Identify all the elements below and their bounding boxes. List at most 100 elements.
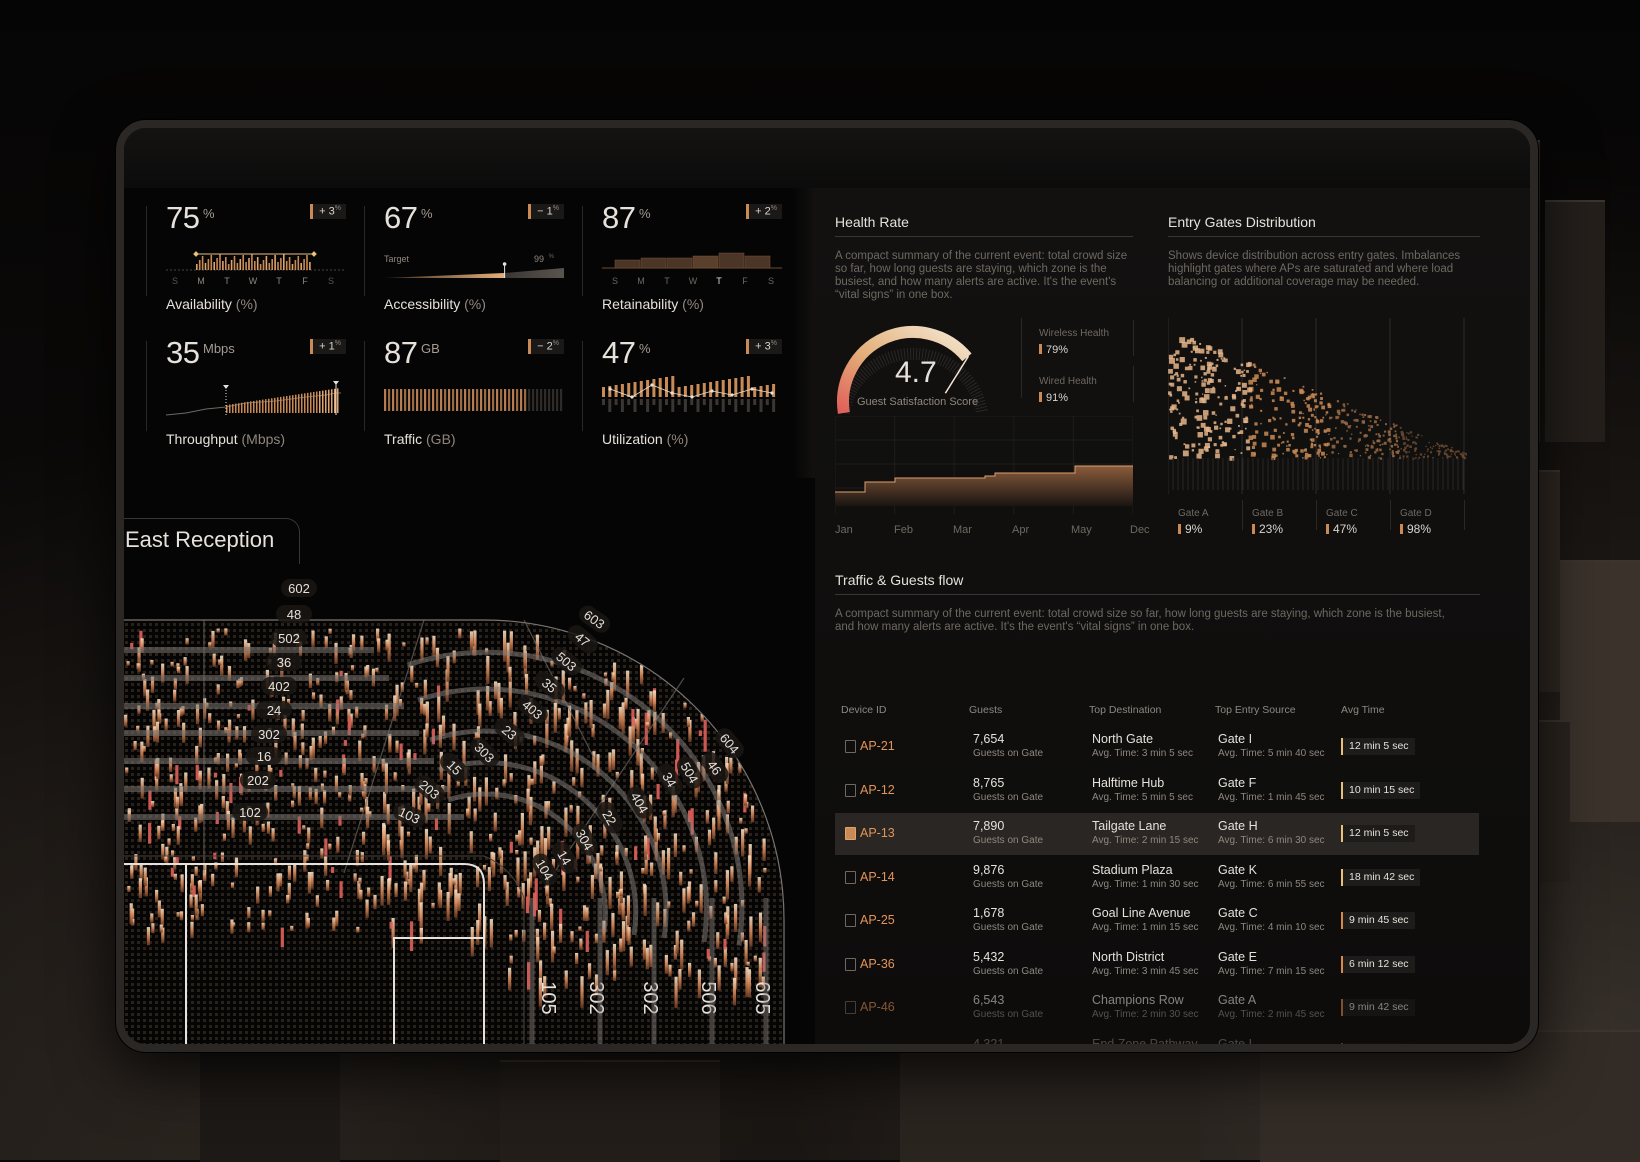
device-dot <box>1454 454 1457 456</box>
device-dot <box>1236 387 1239 390</box>
device-dot <box>1297 423 1301 427</box>
kpi-card[interactable]: 87% + 2% Retainability (%) S M T W T F S <box>602 200 782 318</box>
row-checkbox[interactable] <box>845 783 856 797</box>
heat-bar <box>608 876 612 909</box>
heat-bar <box>652 690 657 713</box>
device-dot <box>1233 367 1236 371</box>
col-entry[interactable]: Top Entry Source <box>1215 704 1296 716</box>
heat-bar <box>139 864 143 881</box>
device-dot <box>1204 442 1210 448</box>
device-dot <box>1379 457 1383 460</box>
device-dot <box>1349 424 1352 427</box>
table-row[interactable]: AP-46 6,543 Guests on Gate Champions Row Avg… <box>835 987 1479 1029</box>
heat-bar <box>606 689 610 719</box>
device-id[interactable]: Sky Lounge <box>860 1044 926 1045</box>
bar <box>420 389 423 411</box>
device-dot <box>1286 399 1290 403</box>
table-row[interactable]: AP-21 7,654 Guests on Gate North Gate Avg. T… <box>835 726 1479 768</box>
gate-item[interactable]: Gate A 9% <box>1178 508 1209 536</box>
heat-bar <box>261 909 265 922</box>
device-dot <box>1173 363 1179 369</box>
table-row[interactable]: AP-14 9,876 Guests on Gate Stadium Plaza Avg… <box>835 857 1479 899</box>
bar <box>468 389 471 411</box>
device-dot <box>1323 443 1327 446</box>
table-row[interactable]: AP-25 1,678 Guests on Gate Goal Line Avenue… <box>835 900 1479 942</box>
health-step-chart <box>835 416 1133 514</box>
value-bar <box>1400 524 1403 534</box>
device-dot <box>1276 380 1280 384</box>
row-checkbox[interactable] <box>845 1001 856 1014</box>
device-dot <box>1372 441 1376 445</box>
heat-bar <box>473 808 477 822</box>
heat-bar <box>226 810 230 831</box>
col-avg[interactable]: Avg Time <box>1341 704 1385 716</box>
device-dot <box>1242 373 1246 378</box>
device-id[interactable]: AP-36 <box>860 957 895 971</box>
device-id[interactable]: AP-21 <box>860 739 895 753</box>
kpi-card[interactable]: 75% + 3% Availability (%) S M T W T F S <box>166 200 346 318</box>
table-row[interactable]: AP-12 8,765 Guests on Gate Halftime Hub Avg.… <box>835 770 1479 812</box>
day-label: S <box>328 276 334 286</box>
heat-bar <box>493 812 497 832</box>
col-device[interactable]: Device ID <box>841 704 887 716</box>
device-dot <box>1168 368 1173 374</box>
device-id[interactable]: AP-14 <box>860 870 895 884</box>
row-checkbox[interactable] <box>845 1045 856 1053</box>
bar <box>456 389 459 411</box>
device-dot <box>1230 406 1236 412</box>
device-id[interactable]: AP-12 <box>860 783 895 797</box>
device-id[interactable]: AP-25 <box>860 913 895 927</box>
device-dot <box>1269 379 1273 384</box>
row-checkbox[interactable] <box>845 914 856 927</box>
bar <box>253 400 255 413</box>
row-checkbox[interactable] <box>845 870 856 884</box>
device-dot <box>1436 450 1439 453</box>
device-dot <box>1437 443 1439 446</box>
bar <box>213 262 215 270</box>
gate-item[interactable]: Gate B 23% <box>1252 508 1283 536</box>
bar-down <box>753 399 757 405</box>
zone-tab[interactable]: East Reception <box>124 518 300 564</box>
row-checkbox[interactable] <box>845 957 856 971</box>
row-checkbox[interactable] <box>845 827 856 840</box>
kpi-chart: Target 99% <box>384 254 564 278</box>
kpi-card[interactable]: 87 GB − 2% Traffic (GB) <box>384 335 564 453</box>
progress-remaining <box>504 268 564 278</box>
heat-bar <box>578 926 582 931</box>
device-dot <box>1381 452 1384 456</box>
device-id[interactable]: AP-13 <box>860 826 895 840</box>
device-dot <box>1307 418 1311 421</box>
table-row[interactable]: AP-13 7,890 Guests on Gate Tailgate Lane Avg… <box>835 813 1479 855</box>
device-dot <box>1318 444 1321 447</box>
table-row[interactable]: Sky Lounge4,321Guests on GateEnd Zone Pa… <box>835 1031 1479 1053</box>
heat-bar <box>509 841 513 853</box>
heat-bar <box>552 781 556 794</box>
heat-bar <box>626 895 631 926</box>
kpi-card[interactable]: 35 Mbps + 1% Throughput (Mbps) <box>166 335 346 453</box>
device-id[interactable]: AP-46 <box>860 1000 895 1014</box>
device-dot <box>1359 454 1362 457</box>
device-dot <box>1215 453 1220 459</box>
bar-down <box>746 399 750 412</box>
device-dot <box>1278 435 1281 439</box>
heat-bar <box>216 684 220 695</box>
gate-item[interactable]: Gate C 47% <box>1326 508 1358 536</box>
col-destination[interactable]: Top Destination <box>1089 704 1161 716</box>
bar <box>325 390 327 413</box>
table-row[interactable]: AP-36 5,432 Guests on Gate North District Av… <box>835 944 1479 986</box>
device-dot <box>1342 403 1346 406</box>
device-dot <box>1346 403 1349 405</box>
kpi-delta-unit: % <box>552 340 559 347</box>
heat-bar <box>434 818 439 831</box>
col-guests[interactable]: Guests <box>969 704 1002 716</box>
row-checkbox[interactable] <box>845 740 856 753</box>
kpi-card[interactable]: 67% − 1% Accessibility (%) Target 99% <box>384 200 564 318</box>
kpi-delta: + 1% <box>310 339 346 354</box>
heat-bar <box>502 630 507 662</box>
bar <box>271 398 273 413</box>
device-dot <box>1283 377 1286 380</box>
util-point <box>730 393 734 397</box>
gate-item[interactable]: Gate D 98% <box>1400 508 1432 536</box>
heat-bar <box>286 895 290 904</box>
kpi-card[interactable]: 47% + 3% Utilization (%) <box>602 335 782 453</box>
